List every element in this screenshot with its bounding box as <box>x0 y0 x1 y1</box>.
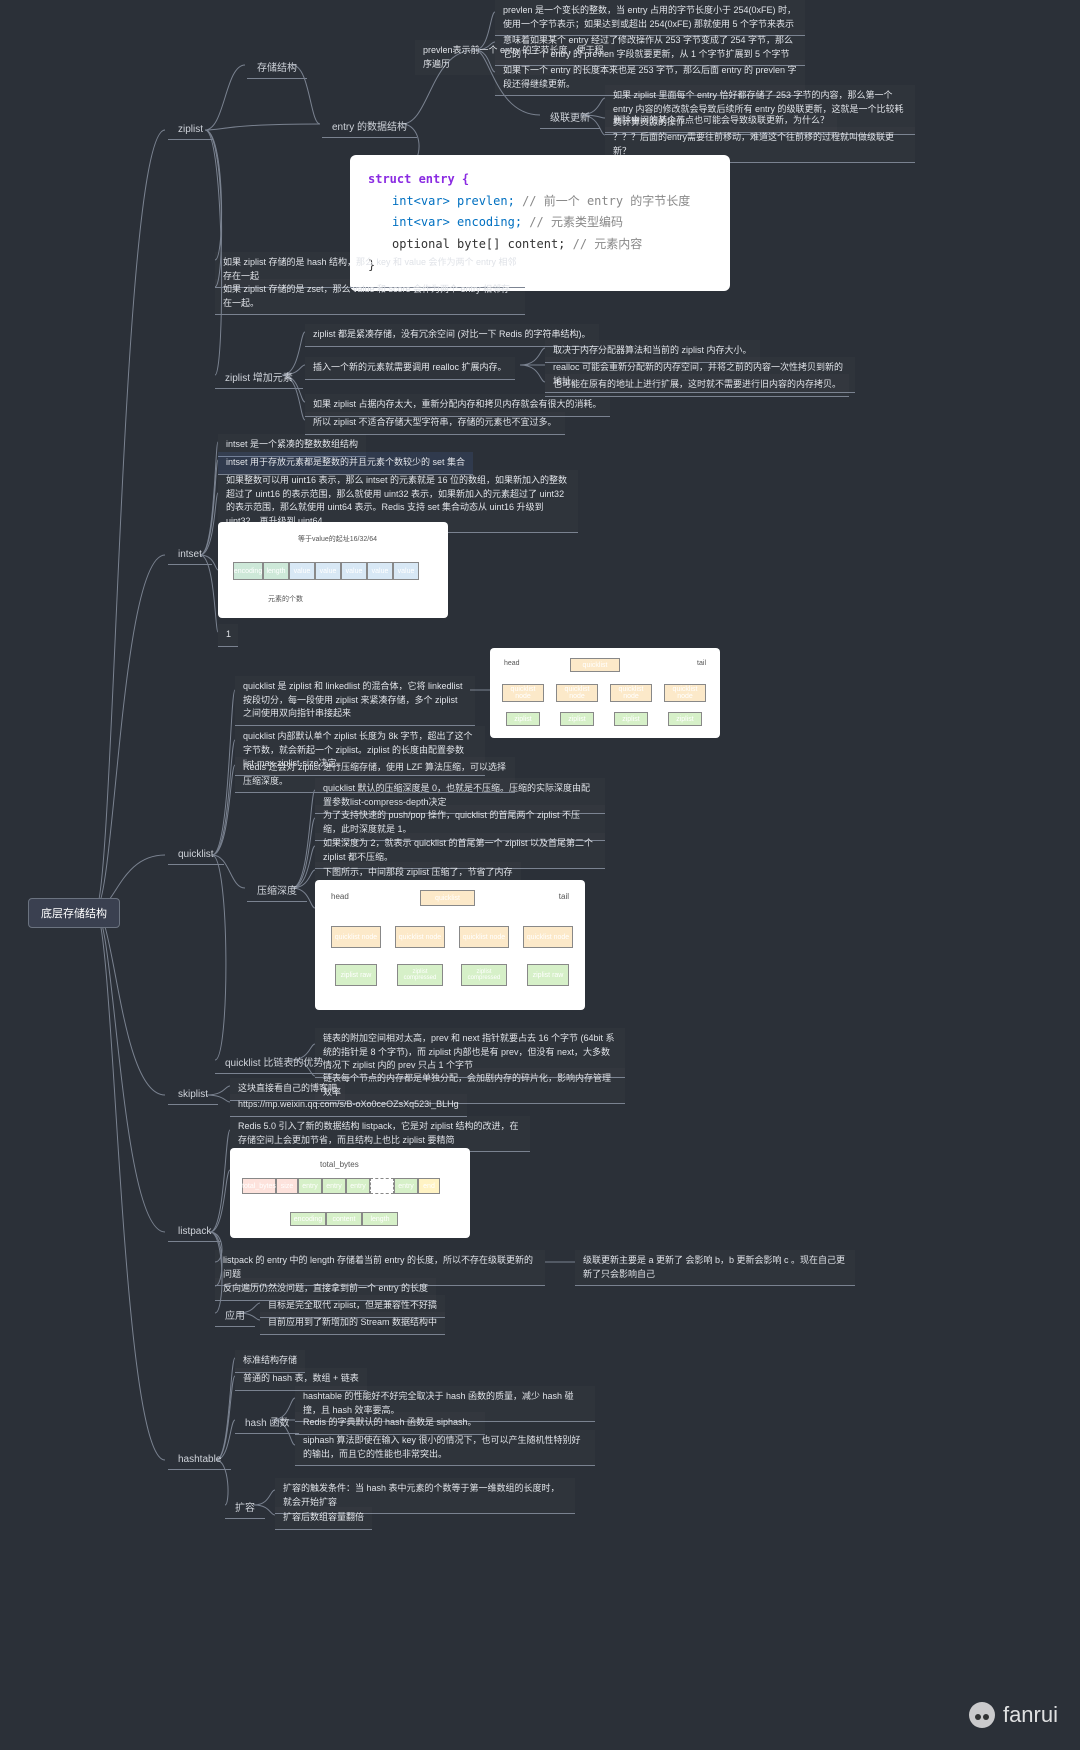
tail: tail <box>697 660 706 667</box>
mindmap-canvas: 底层存储结构 ziplist 存储结构 entry 的数据结构 prevlen表… <box>0 0 1080 1750</box>
c: entry <box>322 1178 346 1194</box>
node-e2: 扩容后数组容量翻倍 <box>275 1507 372 1530</box>
code-l2c: // 前一个 entry 的字节长度 <box>522 194 690 208</box>
c: entry <box>346 1178 370 1194</box>
node-i4: 1 <box>218 624 238 647</box>
watermark: fanrui <box>969 1702 1058 1728</box>
c: length <box>362 1212 398 1226</box>
image-quicklist-1: quicklist head tail quicklist node quick… <box>490 648 720 738</box>
zp: ziplist compressed <box>397 964 443 986</box>
head: head <box>331 892 349 901</box>
branch-depth[interactable]: 压缩深度 <box>247 878 307 902</box>
image-quicklist-2: quicklist head tail quicklist node quick… <box>315 880 585 1010</box>
c: total_bytes <box>242 1178 276 1194</box>
image-intset-layout: 等于value的起址16/32/64 encoding length value… <box>218 522 448 618</box>
node-a2: 插入一个新的元素就需要调用 realloc 扩展内存。 <box>305 357 515 380</box>
qn: quicklist node <box>610 684 652 702</box>
watermark-text: fanrui <box>1003 1702 1058 1728</box>
node-q1: quicklist 是 ziplist 和 linkedlist 的混合体，它将… <box>235 676 475 726</box>
node-lp2r: 级联更新主要是 a 更新了 会影响 b，b 更新会影响 c 。现在自己更新了只会… <box>575 1250 855 1286</box>
qn: quicklist node <box>502 684 544 702</box>
zp: ziplist raw <box>335 964 377 986</box>
image-listpack: total_bytes total_bytes size entry entry… <box>230 1148 470 1238</box>
code-l3: int<var> encoding; <box>392 215 522 229</box>
zp: ziplist <box>614 712 648 726</box>
code-l2: int<var> prevlen; <box>392 194 515 208</box>
branch-hash-fn[interactable]: hash 函数 <box>235 1410 299 1434</box>
wechat-icon <box>969 1702 995 1728</box>
branch-hashtable[interactable]: hashtable <box>168 1450 231 1470</box>
branch-quicklist[interactable]: quicklist <box>168 845 224 865</box>
cell: value <box>289 562 315 580</box>
qn: quicklist node <box>459 926 509 948</box>
ql: quicklist <box>570 658 620 672</box>
c: content <box>326 1212 362 1226</box>
c: entry <box>394 1178 418 1194</box>
img-title: 等于value的起址16/32/64 <box>298 534 377 544</box>
branch-intset[interactable]: intset <box>168 545 212 565</box>
c: end <box>418 1178 440 1194</box>
head: head <box>504 660 520 667</box>
branch-expand[interactable]: 扩容 <box>225 1495 265 1519</box>
ql: quicklist <box>420 890 475 906</box>
c: encoding <box>290 1212 326 1226</box>
zp: ziplist <box>668 712 702 726</box>
branch-listpack[interactable]: listpack <box>168 1222 221 1242</box>
code-l4c: // 元素内容 <box>573 237 643 251</box>
zp: ziplist raw <box>527 964 569 986</box>
qn: quicklist node <box>556 684 598 702</box>
node-app2: 目前应用到了新增加的 Stream 数据结构中 <box>260 1312 445 1335</box>
branch-skiplist[interactable]: skiplist <box>168 1085 218 1105</box>
c: ... <box>370 1178 394 1194</box>
c: size <box>276 1178 298 1194</box>
branch-ziplist[interactable]: ziplist <box>168 120 213 140</box>
branch-ziplist-add[interactable]: ziplist 增加元素 <box>215 365 303 389</box>
node-a4: 所以 ziplist 不适合存储大型字符串，存储的元素也不宜过多。 <box>305 412 565 435</box>
cell: value <box>393 562 419 580</box>
qn: quicklist node <box>664 684 706 702</box>
node-h2: 如果 ziplist 存储的是 zset，那么 value 和 score 会作… <box>215 279 525 315</box>
code-l1: struct entry { <box>368 172 469 186</box>
cell: value <box>315 562 341 580</box>
cell: length <box>263 562 289 580</box>
root-node[interactable]: 底层存储结构 <box>28 898 120 928</box>
qn: quicklist node <box>331 926 381 948</box>
node-f3: siphash 算法即使在输入 key 很小的情况下，也可以产生随机性特别好的输… <box>295 1430 595 1466</box>
code-l4: optional byte[] content; <box>392 237 565 251</box>
cell: encoding <box>233 562 263 580</box>
zp: ziplist compressed <box>461 964 507 986</box>
c: entry <box>298 1178 322 1194</box>
branch-cascade[interactable]: 级联更新 <box>540 105 600 129</box>
branch-entry[interactable]: entry 的数据结构 <box>322 114 417 138</box>
qn: quicklist node <box>523 926 573 948</box>
code-l3c: // 元素类型编码 <box>529 215 623 229</box>
zp: ziplist <box>506 712 540 726</box>
img-foot: 元素的个数 <box>268 594 303 604</box>
branch-storage[interactable]: 存储结构 <box>247 55 307 79</box>
zp: ziplist <box>560 712 594 726</box>
lp-title: total_bytes <box>320 1160 359 1169</box>
branch-lp-app[interactable]: 应用 <box>215 1303 255 1327</box>
node-s2: https://mp.weixin.qq.com/s/B-oXo0ceOZsXq… <box>230 1094 467 1117</box>
cell: value <box>367 562 393 580</box>
tail: tail <box>559 892 569 901</box>
cell: value <box>341 562 367 580</box>
qn: quicklist node <box>395 926 445 948</box>
node-l1: Redis 5.0 引入了新的数据结构 listpack，它是对 ziplist… <box>230 1116 530 1152</box>
